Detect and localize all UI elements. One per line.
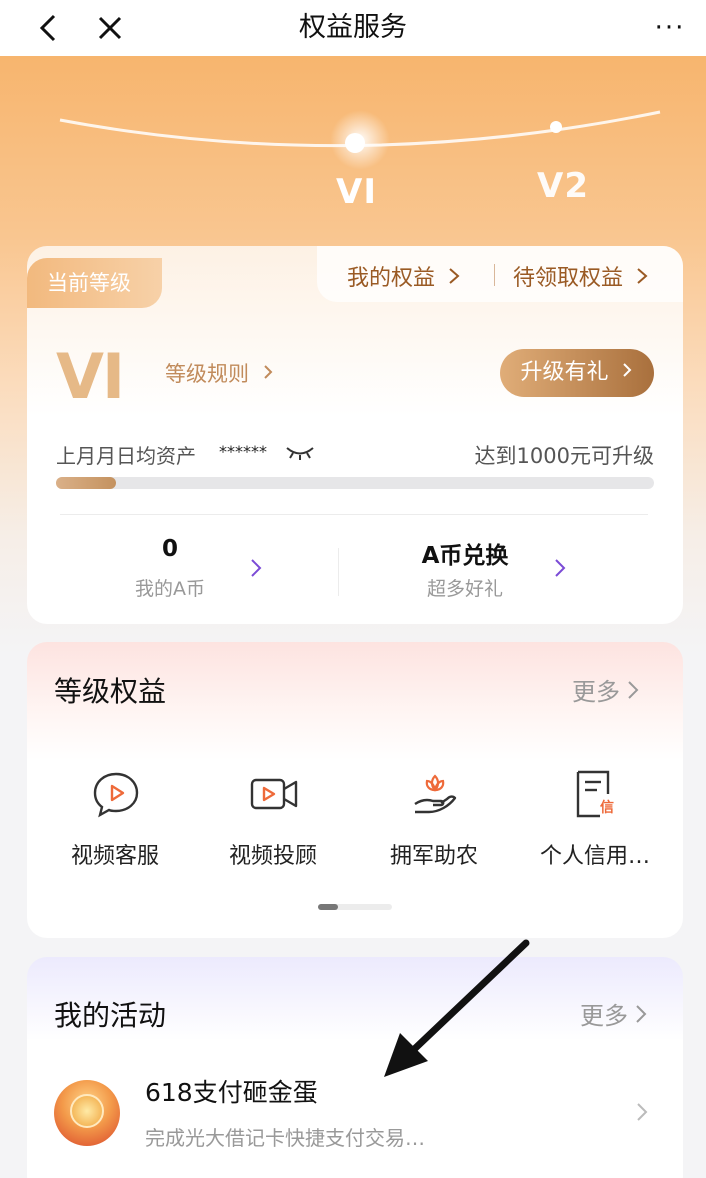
eye-closed-icon[interactable]	[285, 443, 315, 461]
chevron-right-icon[interactable]	[634, 1100, 650, 1124]
chevron-right-icon	[622, 363, 631, 377]
activities-more-label: 更多	[580, 1002, 628, 1030]
grade-rule-label: 等级规则	[165, 362, 249, 386]
chevron-right-icon	[636, 1004, 647, 1023]
links-divider	[494, 264, 495, 286]
coin-separator	[338, 548, 339, 596]
my-benefits-label: 我的权益	[347, 266, 436, 291]
activity-thumbnail[interactable]	[54, 1080, 120, 1146]
page-title: 权益服务	[299, 12, 407, 43]
coin-balance-label: 我的A币	[135, 578, 205, 600]
pending-benefits-label: 待领取权益	[513, 266, 624, 291]
upgrade-gift-label: 升级有礼	[520, 360, 609, 385]
upgrade-progress-bar	[56, 477, 654, 489]
coin-exchange-title[interactable]: A币兑换	[400, 536, 530, 570]
grade-rule-link[interactable]: 等级规则	[165, 358, 276, 388]
activities-title: 我的活动	[54, 999, 167, 1032]
benefit-label-video-service[interactable]: 视频客服	[40, 838, 190, 870]
activities-more-link[interactable]: 更多	[580, 996, 650, 1031]
activity-description: 完成光大借记卡快捷支付交易…	[145, 1126, 425, 1150]
svg-text:信: 信	[600, 799, 614, 816]
level-marker-v1: VI	[336, 172, 377, 212]
level-marker-v2: V2	[537, 166, 589, 206]
golden-egg-icon	[70, 1094, 104, 1128]
benefit-label-personal-credit[interactable]: 个人信用…	[520, 838, 670, 870]
hand-flower-icon[interactable]	[409, 768, 461, 820]
nav-bar: 权益服务 ···	[0, 0, 706, 56]
my-benefits-link[interactable]: 我的权益	[347, 260, 465, 292]
chevron-right-icon	[637, 268, 648, 284]
benefit-label-video-advisor[interactable]: 视频投顾	[198, 838, 348, 870]
asset-label: 上月月日均资产	[56, 444, 196, 468]
coin-balance-value[interactable]: 0	[110, 536, 230, 562]
chevron-right-icon	[628, 680, 639, 699]
carousel-page-indicator	[318, 904, 392, 910]
chat-play-icon[interactable]	[90, 768, 142, 820]
benefit-label-support-agriculture[interactable]: 拥军助农	[359, 838, 509, 870]
carousel-page-indicator-active	[318, 904, 338, 910]
chevron-right-icon[interactable]	[552, 556, 568, 580]
asset-masked-value: ******	[219, 442, 267, 461]
more-menu-button[interactable]: ···	[648, 6, 692, 50]
upgrade-gift-button[interactable]: 升级有礼	[500, 349, 654, 397]
activity-name[interactable]: 618支付砸金蛋	[145, 1073, 318, 1109]
benefits-more-label: 更多	[572, 678, 620, 706]
benefits-title: 等级权益	[54, 675, 167, 708]
upgrade-progress-fill	[56, 477, 116, 489]
level-links-bar: 我的权益 待领取权益	[317, 246, 683, 302]
card-divider	[60, 514, 648, 515]
upgrade-hint: 达到1000元可升级	[474, 444, 654, 468]
current-level-glow	[330, 110, 390, 170]
chevron-right-icon[interactable]	[248, 556, 264, 580]
annotation-arrow-icon	[384, 939, 530, 1077]
coin-exchange-subtitle: 超多好礼	[426, 578, 503, 600]
credit-document-icon[interactable]: 信	[570, 768, 622, 820]
chevron-right-icon	[449, 268, 460, 284]
benefits-more-link[interactable]: 更多	[572, 672, 642, 707]
video-camera-icon[interactable]	[248, 768, 300, 820]
current-level-badge: VI	[56, 340, 125, 413]
pending-benefits-link[interactable]: 待领取权益	[513, 260, 653, 292]
chevron-right-icon	[263, 365, 273, 379]
current-level-tab: 当前等级	[27, 258, 162, 308]
